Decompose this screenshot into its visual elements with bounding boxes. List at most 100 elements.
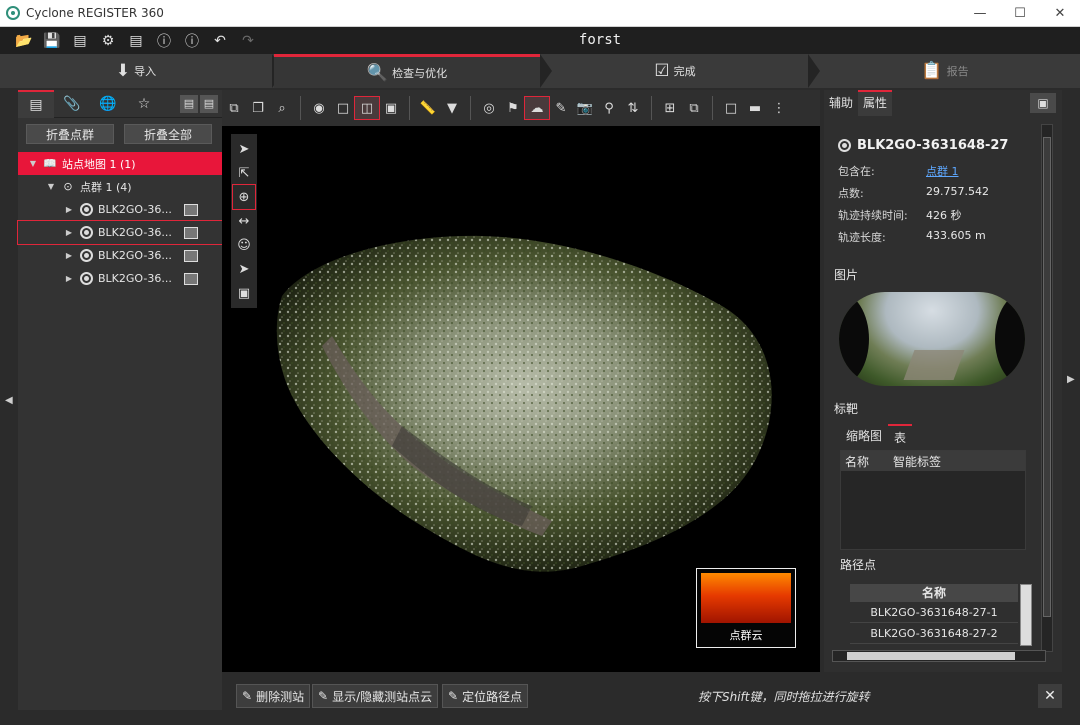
walk-icon[interactable]: ☺ <box>233 233 255 257</box>
crop-icon[interactable]: ⊞ <box>658 97 682 119</box>
sitemap-add-icon[interactable]: ▤ <box>200 94 218 113</box>
properties-scrollbar[interactable] <box>1041 124 1053 652</box>
tree-item-setup[interactable]: ▶ BLK2GO-36... <box>18 198 222 221</box>
square-icon[interactable]: □ <box>331 97 355 119</box>
help-icon[interactable]: ⓘ <box>150 30 178 52</box>
more-icon[interactable]: ⋮ <box>767 97 791 119</box>
toggle-setup-cloud-button[interactable]: ✎ 显示/隐藏测站点云 <box>312 684 439 708</box>
workflow-steps: ⬇ 导入 🔍 检查与优化 ☑ 完成 📋 报告 <box>0 54 1080 88</box>
save-icon[interactable]: 💾 <box>38 30 66 52</box>
cube-icon[interactable]: ▣ <box>233 281 255 305</box>
table-row[interactable]: BLK2GO-3631648-27-2 <box>850 623 1018 644</box>
import-icon[interactable]: ▤ <box>66 30 94 52</box>
camera-icon[interactable]: 📷 <box>573 97 597 119</box>
pin-icon[interactable]: ⚲ <box>597 97 621 119</box>
image-thumbnail-icon[interactable] <box>184 203 198 216</box>
undo-icon[interactable]: ↶ <box>206 30 234 52</box>
locate-waypoint-button[interactable]: ✎ 定位路径点 <box>442 684 529 708</box>
display-mode-icon[interactable]: ▬ <box>743 97 767 119</box>
chevron-right-icon[interactable]: ▶ <box>64 251 74 260</box>
tab-star-icon[interactable]: ☆ <box>126 90 162 118</box>
tree-item-setup[interactable]: ▶ BLK2GO-36... <box>18 267 222 290</box>
step-import[interactable]: ⬇ 导入 <box>0 54 272 88</box>
step-review-optimize[interactable]: 🔍 检查与优化 <box>274 54 540 88</box>
bundle-link[interactable]: 点群 1 <box>926 163 959 179</box>
column-name[interactable]: 名称 <box>841 453 889 470</box>
tag-icon[interactable]: ⚑ <box>501 97 525 119</box>
collapse-all-button[interactable]: 折叠全部 <box>124 124 212 144</box>
info-icon[interactable]: ⓘ <box>178 30 206 52</box>
chevron-right-icon[interactable]: ▶ <box>64 274 74 283</box>
image-view-icon[interactable]: ▣ <box>379 97 403 119</box>
view-copy-icon[interactable]: ❐ <box>246 97 270 119</box>
bundle-minimap[interactable]: 点群云 <box>696 568 796 648</box>
chevron-right-icon[interactable]: ▶ <box>64 228 74 237</box>
tree-item-sitemap[interactable]: ▼ 📖 站点地图 1 (1) <box>18 152 222 175</box>
cloud-icon[interactable]: ☁ <box>524 96 550 120</box>
measure-ruler-icon[interactable]: 📏 <box>416 97 440 119</box>
minimize-button[interactable]: — <box>960 0 1000 27</box>
image-thumbnail-icon[interactable] <box>184 249 198 262</box>
zoom-fit-icon[interactable]: ⧉ <box>222 97 246 119</box>
cube-nav-icon[interactable]: □ <box>719 97 743 119</box>
tab-paperclip-icon[interactable]: 📎 <box>54 90 90 118</box>
pencil-icon[interactable]: ✎ <box>549 97 573 119</box>
chevron-right-icon[interactable]: ▶ <box>64 205 74 214</box>
left-panel-collapse[interactable]: ◀ <box>0 90 18 710</box>
column-smart-tag[interactable]: 智能标签 <box>889 453 941 470</box>
waypoints-header[interactable]: 名称 <box>850 584 1018 602</box>
float-panel-icon[interactable]: ▣ <box>1030 93 1056 113</box>
pan-icon[interactable]: ↔ <box>233 209 255 233</box>
fly-icon[interactable]: ➤ <box>233 257 255 281</box>
close-panel-button[interactable]: ✕ <box>1038 684 1062 708</box>
property-row: 轨迹长度: 433.605 m <box>838 229 1036 245</box>
axis-icon[interactable]: ⧉ <box>682 97 706 119</box>
panorama-image[interactable] <box>839 292 1025 386</box>
open-folder-icon[interactable]: 📂 <box>10 30 38 52</box>
tree-item-setup[interactable]: ▶ BLK2GO-36... <box>18 244 222 267</box>
scrollbar-thumb[interactable] <box>1043 137 1051 617</box>
multi-select-icon[interactable]: ⇱ <box>233 161 255 185</box>
maximize-button[interactable]: ☐ <box>1000 0 1040 27</box>
path-icon[interactable]: ⇅ <box>621 97 645 119</box>
step-finalize[interactable]: ☑ 完成 <box>542 54 808 88</box>
setup-name: BLK2GO-3631648-27 <box>857 138 1009 153</box>
properties-hscrollbar[interactable] <box>832 650 1046 662</box>
close-window-button[interactable]: ✕ <box>1040 0 1080 27</box>
map-icon: 📖 <box>43 157 57 170</box>
target-icon[interactable]: ◎ <box>477 97 501 119</box>
collapse-bundles-button[interactable]: 折叠点群 <box>26 124 114 144</box>
point-cloud-viewport[interactable]: ➤ ⇱ ⊕ ↔ ☺ ➤ ▣ 点群云 <box>222 126 820 672</box>
chevron-down-icon[interactable]: ▼ <box>28 159 38 168</box>
filter-icon[interactable]: ▼ <box>440 97 464 119</box>
zoom-region-icon[interactable]: ⌕ <box>270 97 294 119</box>
tab-table[interactable]: 表 <box>888 424 913 449</box>
minimap-image <box>701 573 791 623</box>
database-icon[interactable]: ▤ <box>122 30 150 52</box>
hscrollbar-thumb[interactable] <box>847 652 1015 660</box>
tab-auxiliary[interactable]: 辅助 <box>824 90 858 116</box>
tab-list-icon[interactable]: ▤ <box>18 89 54 118</box>
circles-icon[interactable]: ◉ <box>307 97 331 119</box>
step-report[interactable]: 📋 报告 <box>810 54 1080 88</box>
sitemap-icon[interactable]: ▤ <box>180 94 198 113</box>
select-arrow-icon[interactable]: ➤ <box>233 137 255 161</box>
delete-setup-button[interactable]: ✎ 删除测站 <box>236 684 311 708</box>
redo-icon[interactable]: ↷ <box>234 30 262 52</box>
split-view-icon[interactable]: ◫ <box>354 96 380 120</box>
orbit-icon[interactable]: ⊕ <box>232 184 256 210</box>
tree-item-bundle[interactable]: ▼ ⊙ 点群 1 (4) <box>18 175 222 198</box>
chevron-down-icon[interactable]: ▼ <box>46 182 56 191</box>
tree-item-setup[interactable]: ▶ BLK2GO-36... <box>17 220 223 245</box>
tab-properties[interactable]: 属性 <box>858 90 893 116</box>
table-row[interactable]: BLK2GO-3631648-27-1 <box>850 602 1018 623</box>
project-tree: ▼ 📖 站点地图 1 (1) ▼ ⊙ 点群 1 (4) ▶ BLK2GO-36.… <box>17 150 223 290</box>
tab-thumbnail[interactable]: 缩略图 <box>840 424 888 449</box>
waypoint-icon: ✎ <box>448 689 459 703</box>
image-thumbnail-icon[interactable] <box>184 226 198 239</box>
settings-gear-icon[interactable]: ⚙ <box>94 30 122 52</box>
waypoints-scrollbar[interactable] <box>1020 584 1032 646</box>
image-thumbnail-icon[interactable] <box>184 272 198 285</box>
right-panel-collapse[interactable]: ▶ <box>1062 90 1080 710</box>
tab-globe-icon[interactable]: 🌐 <box>90 90 126 118</box>
